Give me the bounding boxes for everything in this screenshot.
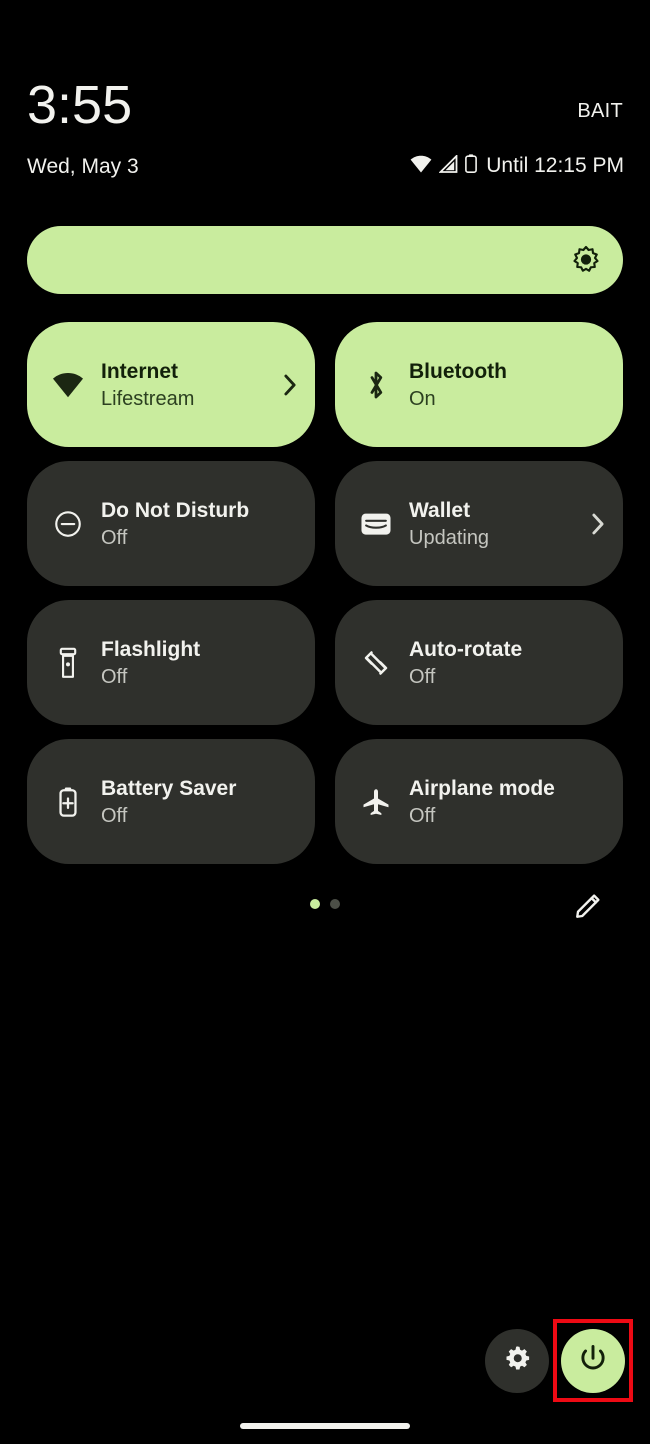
tile-wallet[interactable]: Wallet Updating [335, 461, 623, 586]
tile-airplane-mode-text: Airplane mode Off [409, 776, 581, 828]
gear-icon [502, 1344, 532, 1379]
tile-subtitle: Off [101, 665, 128, 688]
edit-tiles-button[interactable] [572, 890, 606, 924]
tile-subtitle: Off [409, 665, 436, 688]
tile-battery-saver[interactable]: Battery Saver Off [27, 739, 315, 864]
power-button[interactable] [561, 1329, 625, 1393]
tile-subtitle: Off [101, 526, 128, 549]
status-header: 3:55 BAIT Wed, May 3 Until 12:15 PM [0, 0, 650, 200]
bluetooth-icon [359, 368, 393, 402]
tile-subtitle: Off [409, 804, 436, 827]
page-indicator-dots [310, 899, 340, 909]
tile-internet[interactable]: Internet Lifestream [27, 322, 315, 447]
tile-internet-text: Internet Lifestream [101, 359, 273, 411]
tile-subtitle: On [409, 387, 436, 410]
wallet-icon [359, 507, 393, 541]
airplane-icon [359, 785, 393, 819]
auto-rotate-icon [359, 646, 393, 680]
tile-flashlight-text: Flashlight Off [101, 637, 273, 689]
tile-title: Wallet [409, 498, 471, 522]
battery-saver-icon [51, 785, 85, 819]
tile-battery-saver-text: Battery Saver Off [101, 776, 273, 828]
tile-title: Do Not Disturb [101, 498, 250, 522]
wifi-icon [410, 155, 432, 178]
page-dot-2[interactable] [330, 899, 340, 909]
tile-do-not-disturb[interactable]: Do Not Disturb Off [27, 461, 315, 586]
pencil-icon [574, 890, 604, 925]
wifi-icon [51, 368, 85, 402]
carrier-label: BAIT [577, 100, 623, 122]
tile-bluetooth-text: Bluetooth On [409, 359, 581, 411]
tile-wallet-text: Wallet Updating [409, 498, 581, 550]
cell-signal-icon [438, 153, 458, 178]
status-icons-group: Until 12:15 PM [410, 153, 624, 179]
flashlight-icon [51, 646, 85, 680]
tile-title: Airplane mode [409, 776, 555, 800]
clock: 3:55 [27, 75, 133, 135]
quick-settings-pager [0, 890, 650, 930]
tile-auto-rotate-text: Auto-rotate Off [409, 637, 581, 689]
chevron-right-icon[interactable] [279, 374, 301, 396]
brightness-icon [571, 245, 601, 275]
home-indicator[interactable] [240, 1423, 410, 1429]
tile-flashlight[interactable]: Flashlight Off [27, 600, 315, 725]
tile-bluetooth[interactable]: Bluetooth On [335, 322, 623, 447]
tile-title: Bluetooth [409, 359, 507, 383]
date-label: Wed, May 3 [27, 155, 139, 178]
tile-title: Internet [101, 359, 179, 383]
tile-subtitle: Lifestream [101, 387, 195, 410]
tile-subtitle: Off [101, 804, 128, 827]
tile-auto-rotate[interactable]: Auto-rotate Off [335, 600, 623, 725]
battery-icon [465, 154, 478, 178]
quick-settings-footer [0, 1326, 650, 1398]
tile-do-not-disturb-text: Do Not Disturb Off [101, 498, 273, 550]
chevron-right-icon[interactable] [587, 513, 609, 535]
page-dot-1[interactable] [310, 899, 320, 909]
tile-title: Battery Saver [101, 776, 237, 800]
tile-subtitle: Updating [409, 526, 490, 549]
brightness-slider[interactable] [27, 226, 623, 294]
tile-title: Flashlight [101, 637, 201, 661]
battery-estimate-label: Until 12:15 PM [486, 154, 624, 177]
power-icon [577, 1343, 609, 1380]
settings-button[interactable] [485, 1329, 549, 1393]
tile-title: Auto-rotate [409, 637, 523, 661]
quick-settings-grid: Internet Lifestream Bluetooth On Do Not … [27, 322, 623, 864]
tile-airplane-mode[interactable]: Airplane mode Off [335, 739, 623, 864]
do-not-disturb-icon [51, 507, 85, 541]
